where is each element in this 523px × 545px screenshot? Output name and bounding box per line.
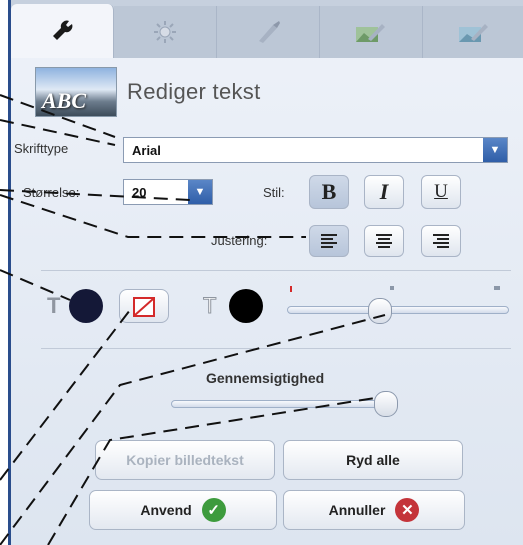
align-center-button[interactable] bbox=[364, 225, 404, 257]
size-select[interactable]: 20 ▼ bbox=[123, 179, 213, 205]
text-color-swatch[interactable] bbox=[69, 289, 103, 323]
brightness-icon bbox=[154, 21, 176, 43]
chevron-down-icon[interactable]: ▼ bbox=[188, 180, 212, 204]
apply-label: Anvend bbox=[140, 502, 192, 518]
tab-brightness[interactable] bbox=[114, 6, 217, 58]
align-right-button[interactable] bbox=[421, 225, 461, 257]
align-center-icon bbox=[376, 234, 392, 248]
image-brush-icon bbox=[459, 24, 488, 42]
thumbnail-text: ABC bbox=[42, 88, 87, 113]
opacity-slider-track[interactable] bbox=[171, 400, 393, 408]
background-color-button[interactable] bbox=[119, 289, 169, 323]
panel-header: ABC Rediger tekst bbox=[35, 64, 261, 120]
align-right-icon bbox=[433, 234, 449, 248]
page-title: Rediger tekst bbox=[127, 79, 261, 104]
style-label: Stil: bbox=[263, 185, 285, 200]
font-select[interactable]: Arial ▼ bbox=[123, 137, 508, 163]
clear-all-button[interactable]: Ryd alle bbox=[283, 440, 463, 480]
bold-button[interactable]: B bbox=[309, 175, 349, 209]
underline-button[interactable]: U bbox=[421, 175, 461, 209]
tab-image-brush[interactable] bbox=[423, 6, 523, 58]
shadow-slider-track[interactable] bbox=[287, 306, 509, 314]
landscape-brush-icon bbox=[356, 24, 385, 42]
edit-text-panel: ABC Rediger tekst Skrifttype Arial ▼ Stø… bbox=[8, 0, 523, 545]
copy-caption-button[interactable]: Kopier billedtekst bbox=[95, 440, 275, 480]
font-value: Arial bbox=[132, 143, 161, 158]
size-value: 20 bbox=[132, 185, 147, 200]
tab-bar bbox=[11, 0, 523, 58]
align-left-icon bbox=[321, 234, 337, 248]
wrench-icon bbox=[53, 20, 73, 40]
align-left-button[interactable] bbox=[309, 225, 349, 257]
svg-text:T: T bbox=[203, 295, 216, 315]
tab-landscape-brush[interactable] bbox=[320, 6, 423, 58]
svg-text:T: T bbox=[47, 295, 61, 315]
shadow-slider-handle[interactable] bbox=[368, 298, 393, 324]
tab-brush[interactable] bbox=[217, 6, 320, 58]
brush-icon bbox=[259, 21, 280, 43]
x-icon: ✕ bbox=[395, 498, 420, 522]
tick-mark bbox=[390, 286, 394, 290]
apply-button[interactable]: Anvend ✓ bbox=[89, 490, 277, 530]
justify-label: Justering: bbox=[211, 233, 268, 248]
shadow-color-swatch[interactable] bbox=[229, 289, 263, 323]
font-label: Skrifttype bbox=[14, 141, 69, 156]
divider bbox=[41, 348, 511, 349]
cancel-label: Annuller bbox=[328, 502, 386, 518]
size-label: Størrelse: bbox=[23, 185, 80, 200]
opacity-label: Gennemsigtighed bbox=[206, 370, 325, 386]
shadow-t-icon: T bbox=[203, 295, 217, 315]
opacity-slider-handle[interactable] bbox=[374, 391, 399, 417]
text-color-t-icon: T bbox=[47, 295, 61, 315]
tick-mark bbox=[494, 286, 500, 290]
italic-button[interactable]: I bbox=[364, 175, 404, 209]
check-icon: ✓ bbox=[201, 498, 226, 522]
tick-mark bbox=[290, 286, 292, 292]
tab-text-tool[interactable] bbox=[11, 4, 114, 58]
cancel-button[interactable]: Annuller ✕ bbox=[283, 490, 465, 530]
no-color-icon bbox=[133, 297, 155, 317]
chevron-down-icon[interactable]: ▼ bbox=[483, 138, 507, 162]
text-thumbnail: ABC bbox=[35, 67, 117, 117]
divider bbox=[41, 270, 511, 271]
